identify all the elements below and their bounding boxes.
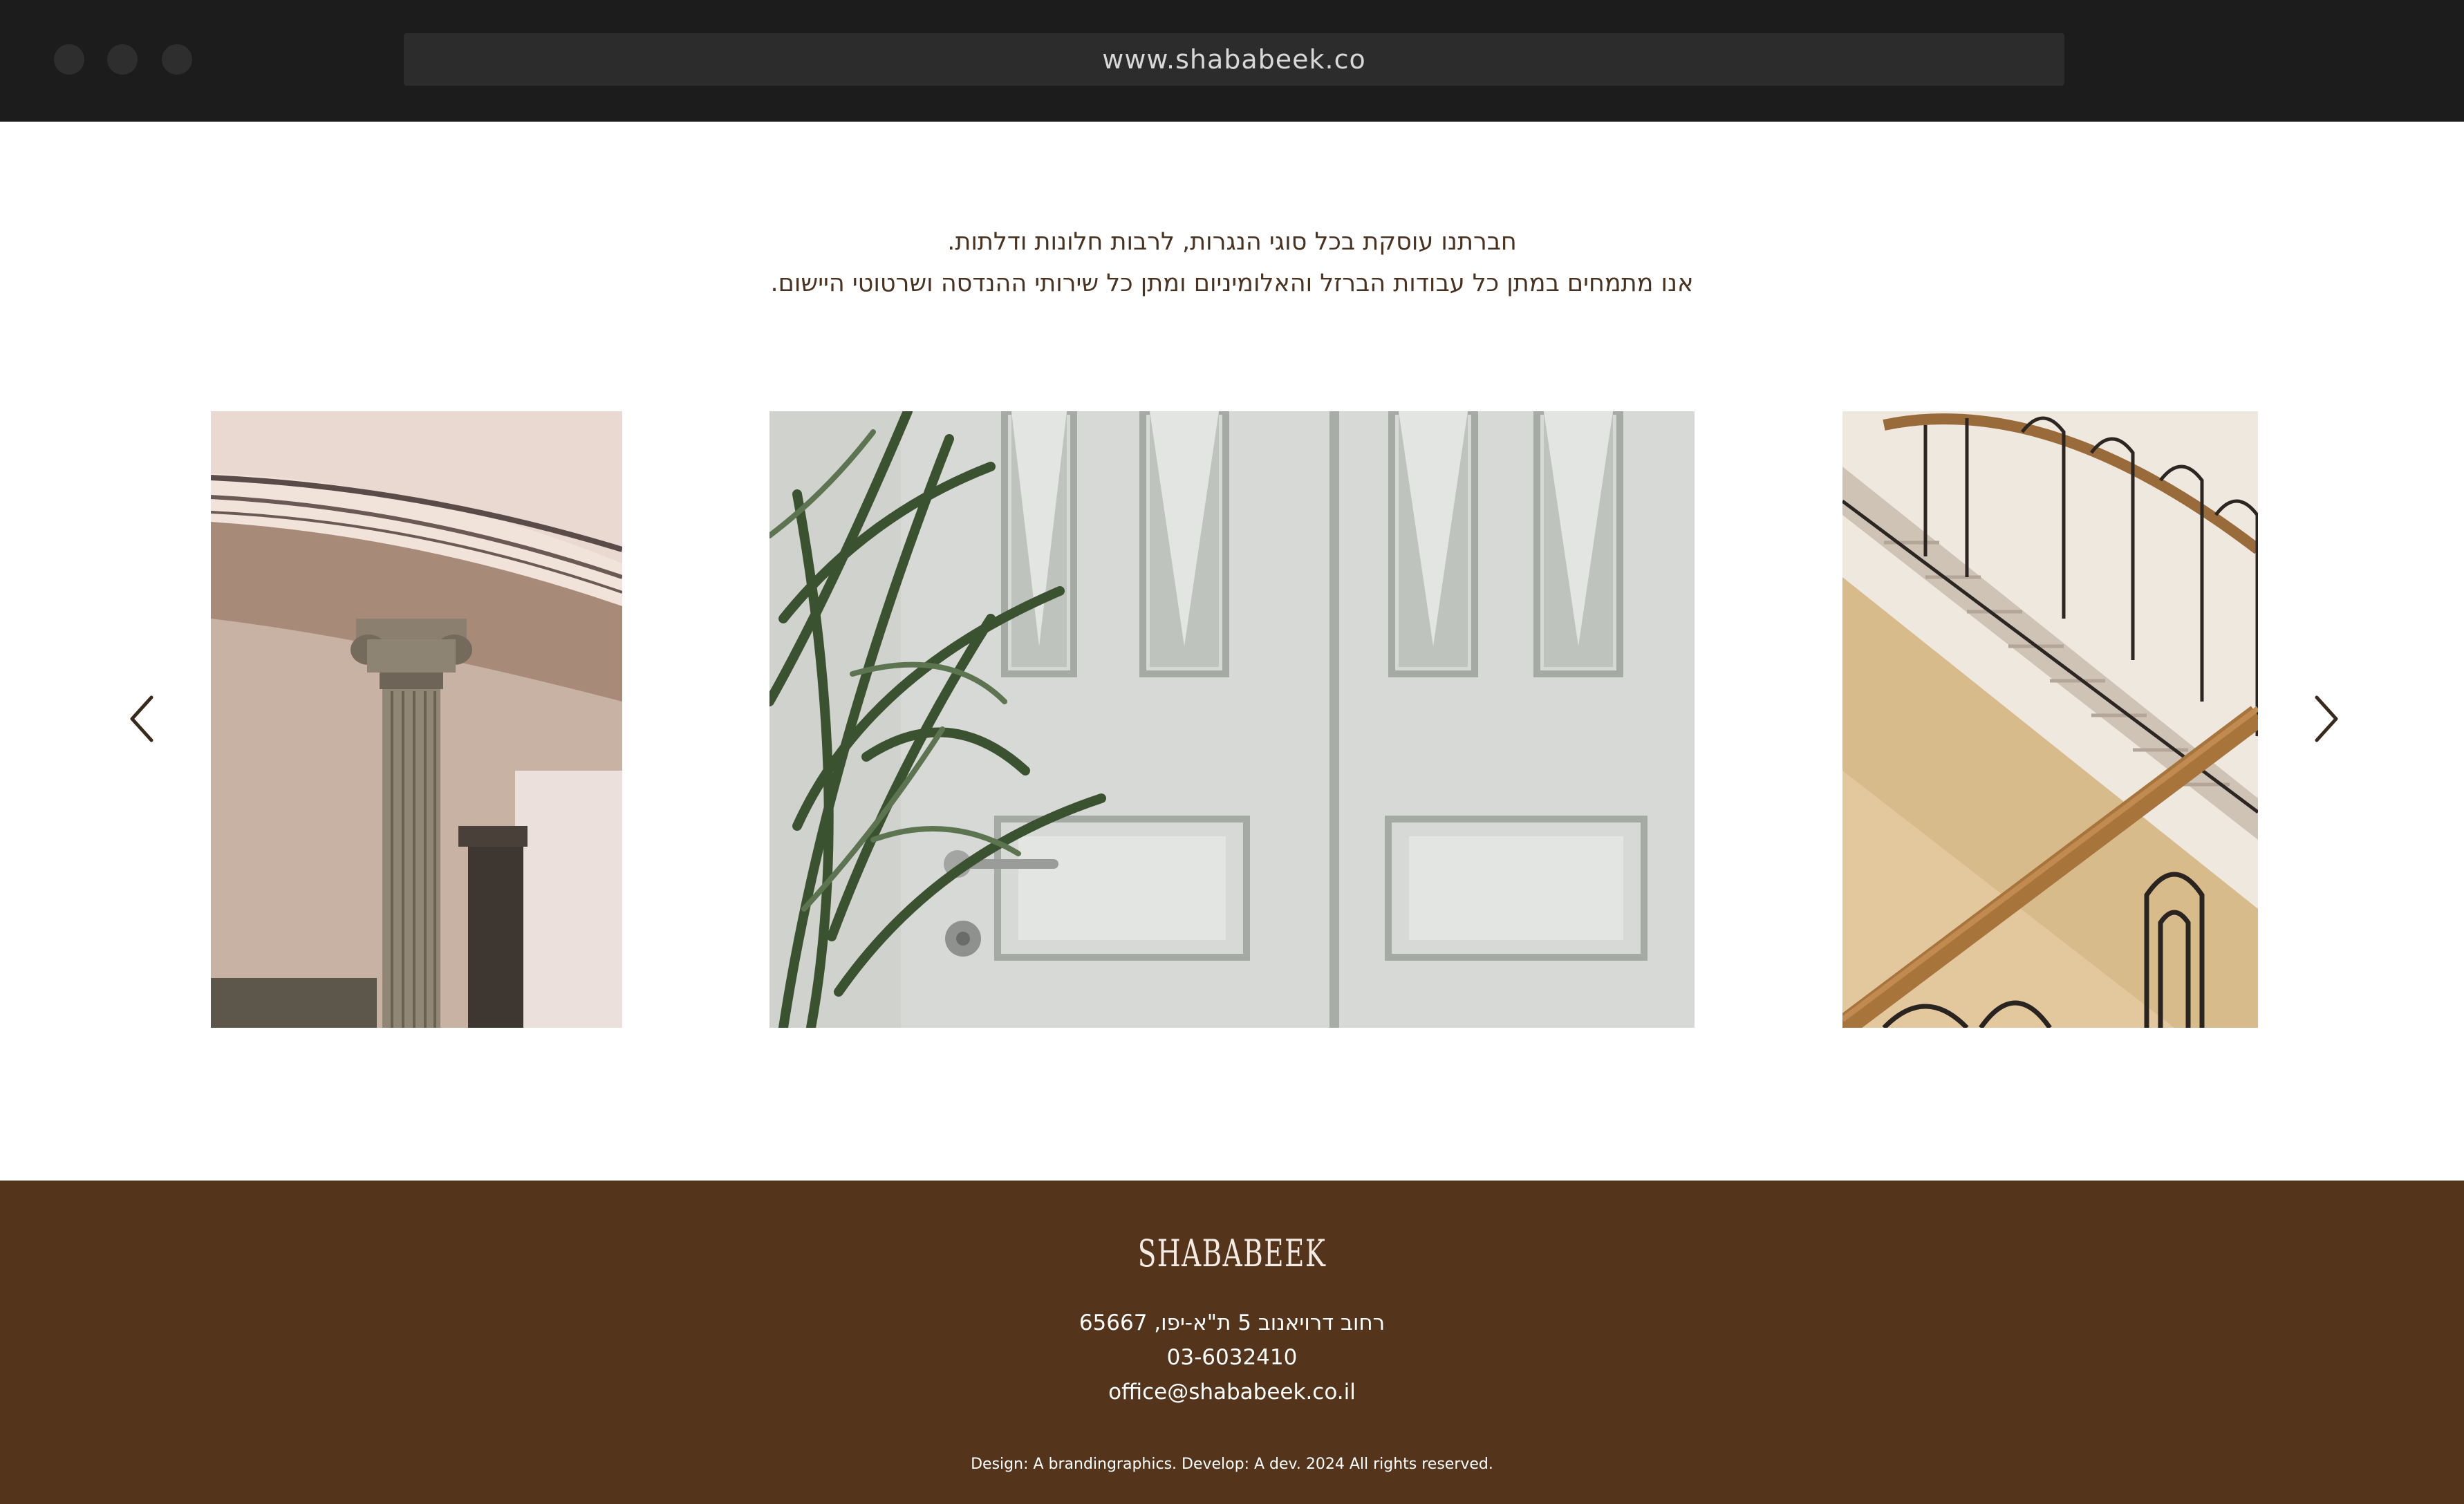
gallery-image-staircase[interactable] bbox=[1842, 411, 2258, 1028]
address-bar[interactable]: www.shababeek.co bbox=[404, 33, 2064, 86]
intro-line-2: אנו מתמחים במתן כל עבודות הברזל והאלומינ… bbox=[770, 270, 1694, 297]
footer-credits: Design: A brandingraphics. Develop: A de… bbox=[971, 1456, 1493, 1473]
window-maximize-button[interactable] bbox=[162, 44, 192, 75]
window-close-button[interactable] bbox=[54, 44, 84, 75]
footer-logo[interactable]: SHABABEEK bbox=[345, 1232, 2119, 1275]
browser-chrome: www.shababeek.co bbox=[0, 0, 2464, 122]
intro-text: חברתנו עוסקת בכל סוגי הנגרות, לרבות חלונ… bbox=[0, 221, 2464, 304]
gallery-image-door[interactable] bbox=[769, 411, 1695, 1028]
gallery-image-column[interactable] bbox=[211, 411, 622, 1028]
url-text: www.shababeek.co bbox=[1102, 44, 1366, 75]
chevron-left-icon bbox=[130, 695, 153, 742]
site-footer: SHABABEEK רחוב דרויאנוב 5 ת"א-יפו, 65667… bbox=[0, 1181, 2464, 1504]
footer-email[interactable]: office@shababeek.co.il bbox=[0, 1380, 2464, 1404]
gallery-next-button[interactable] bbox=[2302, 691, 2351, 746]
chevron-right-icon bbox=[2315, 695, 2338, 742]
footer-address: רחוב דרויאנוב 5 ת"א-יפו, 65667 bbox=[1079, 1310, 1385, 1335]
intro-line-1: חברתנו עוסקת בכל סוגי הנגרות, לרבות חלונ… bbox=[947, 228, 1517, 256]
gallery-prev-button[interactable] bbox=[118, 691, 166, 746]
footer-phone[interactable]: 03-6032410 bbox=[0, 1345, 2464, 1370]
window-minimize-button[interactable] bbox=[107, 44, 138, 75]
